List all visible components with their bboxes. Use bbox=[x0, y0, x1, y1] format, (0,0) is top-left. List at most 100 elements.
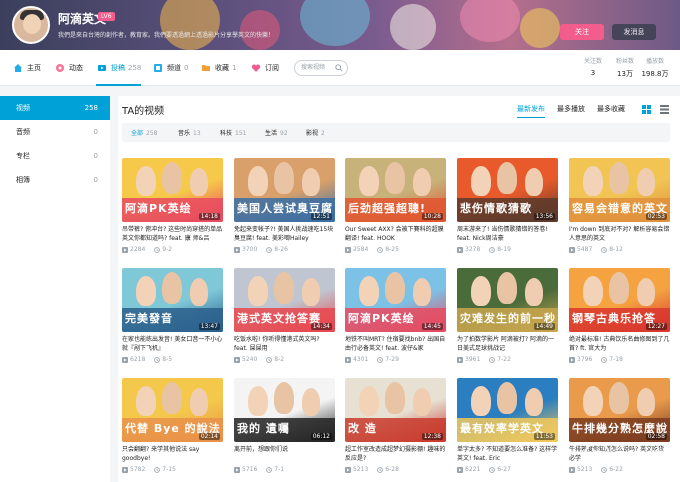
tab-channel[interactable]: 频道 0 bbox=[152, 50, 188, 86]
avatar[interactable] bbox=[12, 6, 50, 44]
stat-following[interactable]: 关注数 3 bbox=[578, 56, 608, 77]
clock-icon bbox=[154, 356, 161, 363]
video-title[interactable]: 免起来变帐子?! 美国人挑战速吃15块臭豆腐! feat. 美彩唧Hailey bbox=[234, 225, 335, 243]
video-card[interactable]: 阿滴PK英绘 14:18 吊带裤? 俯冲台? 这些时尚穿搭的单品英文你都知道吗? f… bbox=[122, 158, 223, 253]
video-thumbnail[interactable]: 牛排幾分熟怎麼說 02:58 bbox=[569, 378, 670, 442]
video-title[interactable]: 为了拍数学影片 阿滴被打? 阿滴的一日美式足球挑战记 bbox=[457, 335, 558, 353]
filter-all[interactable]: 全部 258 bbox=[131, 128, 157, 137]
grid-view-icon[interactable] bbox=[642, 105, 651, 114]
video-thumbnail[interactable]: 容易会错意的英文 02:53 bbox=[569, 158, 670, 222]
video-card[interactable]: 阿滴PK英绘 14:45 地铁不叫MRT? 住宿要找bnb? 出国自由行必备英文! … bbox=[345, 268, 446, 363]
video-title[interactable]: 绝对最标准! 古典饮乐名曲修图到了几首? ft. 官大为 bbox=[569, 335, 670, 353]
play-count-icon bbox=[457, 246, 463, 253]
video-thumbnail[interactable]: 港式英文抢答赛 14:34 bbox=[234, 268, 335, 332]
video-card[interactable]: 悲伤情歌猜歌 13:56 周末游来了! 当伤情歌猜错的答卷! feat. Nick周… bbox=[457, 158, 558, 253]
sort-newest[interactable]: 最新发布 bbox=[517, 104, 545, 118]
video-title[interactable]: I'm down 到底对不对? 解析容易会错人意思的英文 bbox=[569, 225, 670, 243]
sort-most-played[interactable]: 最多播放 bbox=[557, 104, 585, 114]
video-title[interactable]: Our Sweet AXX? 会被下賽科的超膜翻译! feat. HOOK bbox=[345, 225, 446, 243]
tab-videos[interactable]: 投稿 258 bbox=[96, 50, 142, 86]
thumbnail-figure bbox=[583, 386, 603, 416]
video-card[interactable]: 容易会错意的英文 02:53 I'm down 到底对不对? 解析容易会错人意思的英… bbox=[569, 158, 670, 253]
video-icon bbox=[96, 63, 107, 74]
thumbnail-figure bbox=[248, 276, 268, 306]
video-card[interactable]: 最有效率学英文 11:53 单字太多? 不知道要怎么准备? 这样学英文! feat.… bbox=[457, 378, 558, 473]
video-card[interactable]: 钢琴古典乐抢答 12:27 绝对最标准! 古典饮乐名曲修图到了几首? ft. 官大为… bbox=[569, 268, 670, 363]
clock-icon bbox=[601, 356, 608, 363]
video-thumbnail[interactable]: 改 造 12:38 bbox=[345, 378, 446, 442]
video-thumbnail[interactable]: 灾难发生的前一秒 14:49 bbox=[457, 268, 558, 332]
thumbnail-figure bbox=[583, 276, 603, 306]
tab-favorites[interactable]: 收藏 1 bbox=[200, 50, 236, 86]
video-duration: 14:49 bbox=[533, 323, 555, 330]
video-card[interactable]: 我的 遺囑 06:12 离开前，想跟你们说 5716 7-1 bbox=[234, 378, 335, 473]
thumbnail-figure bbox=[190, 388, 208, 416]
play-count: 4301 bbox=[353, 356, 369, 363]
video-thumbnail[interactable]: 美国人尝试臭豆腐 12:51 bbox=[234, 158, 335, 222]
sidebar-item-column[interactable]: 专栏 0 bbox=[0, 144, 110, 168]
play-count: 5716 bbox=[242, 466, 258, 473]
video-card[interactable]: 港式英文抢答赛 14:34 吃饭水啦! 你听得懂港式英文吗? feat. 屎屎用 52… bbox=[234, 268, 335, 363]
sidebar-item-audio[interactable]: 音频 0 bbox=[0, 120, 110, 144]
thumbnail-figure bbox=[497, 162, 517, 194]
video-title[interactable]: 吊带裤? 俯冲台? 这些时尚穿搭的单品英文你都知道吗? feat. 康 师&吕 bbox=[122, 225, 223, 243]
filter-music[interactable]: 音乐 13 bbox=[178, 128, 201, 137]
filter-film[interactable]: 影视 2 bbox=[306, 128, 325, 137]
video-duration: 14:18 bbox=[198, 213, 220, 220]
video-thumbnail[interactable]: 悲伤情歌猜歌 13:56 bbox=[457, 158, 558, 222]
video-thumbnail[interactable]: 最有效率学英文 11:53 bbox=[457, 378, 558, 442]
video-card[interactable]: 灾难发生的前一秒 14:49 为了拍数学影片 阿滴被打? 阿滴的一日美式足球挑战记 3… bbox=[457, 268, 558, 363]
video-title[interactable]: 只会翻翻? 来学其他说法 say goodbye! bbox=[122, 445, 223, 463]
filter-count: 13 bbox=[193, 130, 201, 137]
thumbnail-figure bbox=[609, 162, 629, 194]
thumbnail-figure bbox=[136, 276, 156, 306]
video-thumbnail[interactable]: 阿滴PK英绘 14:18 bbox=[122, 158, 223, 222]
video-thumbnail[interactable]: 钢琴古典乐抢答 12:27 bbox=[569, 268, 670, 332]
play-count-icon bbox=[234, 466, 240, 473]
sidebar-item-video[interactable]: 视频 258 bbox=[0, 96, 110, 120]
video-card[interactable]: 改 造 12:38 超工作室改造成超梦幻摄影棚! 趣味的反应是? 5213 6-28 bbox=[345, 378, 446, 473]
thumbnail-figure bbox=[136, 166, 156, 196]
search-input[interactable]: 搜索视频 bbox=[294, 60, 348, 76]
play-count: 2284 bbox=[130, 246, 146, 253]
video-title[interactable]: 单字太多? 不知道要怎么准备? 这样学英文! feat. Eric bbox=[457, 445, 558, 463]
video-thumbnail[interactable]: 后劲超强超聰! 10:28 bbox=[345, 158, 446, 222]
video-card[interactable]: 完美發音 13:47 在家也能练出发音! 美女口音一不小心就『剐下飞机』 6218 8-… bbox=[122, 268, 223, 363]
video-title[interactable]: 吃饭水啦! 你听得懂港式英文吗? feat. 屎屎用 bbox=[234, 335, 335, 353]
video-thumbnail[interactable]: 代替 Bye 的說法 02:14 bbox=[122, 378, 223, 442]
video-meta: 4301 7-29 bbox=[345, 356, 446, 363]
video-duration: 02:53 bbox=[645, 213, 667, 220]
video-thumbnail[interactable]: 阿滴PK英绘 14:45 bbox=[345, 268, 446, 332]
video-card[interactable]: 美国人尝试臭豆腐 12:51 免起来变帐子?! 美国人挑战速吃15块臭豆腐! fea… bbox=[234, 158, 335, 253]
thumbnail-figure bbox=[302, 168, 320, 196]
sidebar-item-album[interactable]: 相簿 0 bbox=[0, 168, 110, 192]
publish-date: 8-5 bbox=[162, 356, 173, 363]
tab-count: 258 bbox=[128, 64, 142, 72]
stat-fans[interactable]: 粉丝数 13万 bbox=[610, 56, 640, 79]
filter-tech[interactable]: 科技 151 bbox=[220, 128, 246, 137]
video-card[interactable]: 后劲超强超聰! 10:28 Our Sweet AXX? 会被下賽科的超膜翻译! f… bbox=[345, 158, 446, 253]
video-card[interactable]: 代替 Bye 的說法 02:14 只会翻翻? 来学其他说法 say goodbye!… bbox=[122, 378, 223, 473]
thumbnail-figure bbox=[497, 272, 517, 304]
thumbnail-figure bbox=[637, 168, 655, 196]
follow-button[interactable]: 关注 bbox=[560, 24, 604, 40]
message-button[interactable]: 发消息 bbox=[612, 24, 656, 40]
stat-value: 3 bbox=[590, 69, 596, 77]
video-title[interactable]: 超工作室改造成超梦幻摄影棚! 趣味的反应是? bbox=[345, 445, 446, 463]
tab-dynamic[interactable]: 动态 bbox=[54, 50, 83, 86]
stat-label: 播放数 bbox=[645, 58, 664, 65]
play-count: 2584 bbox=[353, 246, 369, 253]
video-title[interactable]: 在家也能练出发音! 美女口音一不小心就『剐下飞机』 bbox=[122, 335, 223, 353]
tab-subscriptions[interactable]: 订阅 bbox=[250, 50, 279, 86]
sort-most-favorited[interactable]: 最多收藏 bbox=[597, 104, 625, 114]
stat-value: 198.8万 bbox=[641, 70, 669, 78]
video-title[interactable]: 周末游来了! 当伤情歌猜错的答卷! feat. Nick周洁豪 bbox=[457, 225, 558, 243]
tab-home[interactable]: 主页 bbox=[12, 50, 41, 86]
video-title[interactable]: 地铁不叫MRT? 住宿要找bnb? 出国自由行必备英文! feat. 波仔&家 bbox=[345, 335, 446, 353]
search-icon[interactable] bbox=[335, 64, 343, 72]
filter-life[interactable]: 生活 92 bbox=[265, 128, 288, 137]
list-view-icon[interactable] bbox=[660, 105, 669, 114]
video-thumbnail[interactable]: 完美發音 13:47 bbox=[122, 268, 223, 332]
video-thumbnail[interactable]: 我的 遺囑 06:12 bbox=[234, 378, 335, 442]
video-title[interactable]: 离开前，想跟你们说 bbox=[234, 445, 335, 463]
